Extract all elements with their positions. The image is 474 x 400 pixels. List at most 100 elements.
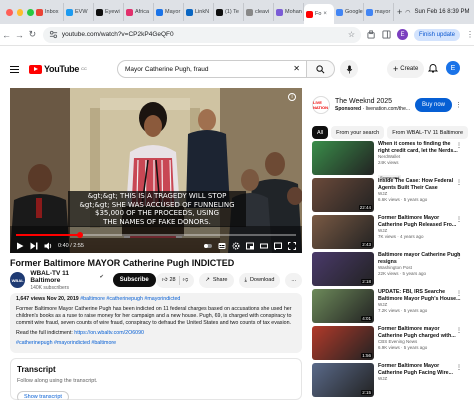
profile-avatar[interactable]: E xyxy=(396,29,408,40)
like-button[interactable]: 👍︎ 28 xyxy=(162,277,176,283)
description-hashtags-top[interactable]: #baltimore #catherinepugh #mayorindicted xyxy=(80,296,180,302)
search-button[interactable] xyxy=(307,60,335,78)
description-box[interactable]: 1,647 views Nov 20, 2019 #baltimore #cat… xyxy=(10,293,302,353)
browser-tab[interactable]: cleavi xyxy=(244,3,274,21)
video-thumbnail[interactable]: 2:43 xyxy=(312,215,374,249)
more-options-icon[interactable]: ⋮ xyxy=(456,142,462,149)
subscribe-button[interactable]: Subscribe xyxy=(112,273,156,287)
new-tab-button[interactable]: + xyxy=(394,7,405,17)
bookmark-star-icon[interactable]: ☆ xyxy=(348,30,355,39)
more-options-icon[interactable]: ⋮ xyxy=(456,327,462,334)
recommended-video-channel[interactable]: WJZ xyxy=(378,376,462,382)
recommended-video-title[interactable]: UPDATE: FBI, IRS Searche Baltimore Mayor… xyxy=(378,289,462,302)
indictment-link[interactable]: https://on.wbaltv.com/2O6090 xyxy=(74,330,144,336)
ad-more-options-icon[interactable]: ⋮ xyxy=(455,101,462,109)
youtube-logo[interactable]: YouTube CC xyxy=(29,64,87,74)
browser-tab[interactable]: Mohan xyxy=(274,3,304,21)
recommended-video[interactable]: 1:56 Former Baltimore mayor Catherine Pug… xyxy=(312,326,462,363)
finish-update-button[interactable]: Finish update xyxy=(413,28,461,41)
sidebar-icon[interactable] xyxy=(382,30,391,39)
account-avatar[interactable]: E xyxy=(446,61,460,75)
recommended-video-title[interactable]: When it comes to finding the right credi… xyxy=(378,141,462,154)
voice-search-button[interactable] xyxy=(340,60,358,78)
chip-from-channel[interactable]: From WBAL-TV 11 Baltimore xyxy=(387,126,469,139)
zoom-window-button[interactable] xyxy=(27,8,35,16)
chip-all[interactable]: All xyxy=(312,126,329,139)
video-player[interactable]: i &gt;&gt; THIS IS A TRAGEDY WILL STOP &… xyxy=(10,88,302,253)
recommended-video[interactable]: 4:01 UPDATE: FBI, IRS Searche Baltimore M… xyxy=(312,289,462,326)
recommended-video[interactable]: 22:44 Inside The Case: How Federal Agents… xyxy=(312,178,462,215)
cast-icon[interactable] xyxy=(274,242,282,250)
recommended-video-title[interactable]: Former Baltimore mayor Catherine Pugh ch… xyxy=(378,326,462,339)
chip-from-your-search[interactable]: From your search xyxy=(331,126,385,139)
more-actions-button[interactable]: ... xyxy=(285,272,302,288)
recommended-video[interactable]: 2:43 Former Baltimore Mayor Catherine Pug… xyxy=(312,215,462,252)
browser-tab[interactable]: Google xyxy=(334,3,364,21)
back-icon[interactable]: ← xyxy=(0,30,13,40)
recommended-video-title[interactable]: Baltimore mayor Catherine Pugh resigns xyxy=(378,252,462,265)
more-options-icon[interactable]: ⋮ xyxy=(456,253,462,260)
close-tab-icon[interactable]: × xyxy=(323,11,327,17)
browser-tab[interactable]: LinkN xyxy=(184,3,214,21)
site-info-icon[interactable] xyxy=(49,30,58,39)
sponsored-ad[interactable]: LIVE NATION The Weeknd 2025 Sponsored · … xyxy=(312,89,462,121)
extensions-icon[interactable] xyxy=(367,30,376,39)
download-button[interactable]: ⤓ Download xyxy=(238,272,281,288)
system-clock[interactable]: Sun Feb 16 8:39 PM xyxy=(415,9,470,15)
more-options-icon[interactable]: ⋮ xyxy=(456,179,462,186)
play-icon[interactable] xyxy=(16,242,24,250)
autoplay-toggle-icon[interactable] xyxy=(204,242,212,250)
url-bar[interactable]: youtube.com/watch?v=CP2kP4GeQF0 ☆ xyxy=(42,26,361,43)
theater-mode-icon[interactable] xyxy=(260,242,268,250)
settings-gear-icon[interactable] xyxy=(232,242,240,250)
video-thumbnail[interactable]: 22:44 xyxy=(312,178,374,212)
wifi-icon[interactable]: ◠ xyxy=(405,9,410,16)
notifications-bell-icon[interactable] xyxy=(428,63,438,73)
minimize-window-button[interactable] xyxy=(16,8,24,16)
clear-search-icon[interactable]: ✕ xyxy=(293,64,300,73)
video-thumbnail[interactable]: 2:15 xyxy=(312,363,374,397)
hamburger-menu-icon[interactable] xyxy=(10,64,19,75)
more-options-icon[interactable]: ⋮ xyxy=(456,290,462,297)
browser-menu-icon[interactable]: ⋮ xyxy=(466,30,474,39)
recommended-video[interactable]: When it comes to finding the right credi… xyxy=(312,141,462,180)
browser-tab[interactable]: Africa xyxy=(124,3,154,21)
buy-now-button[interactable]: Buy now xyxy=(414,98,452,112)
channel-name[interactable]: WBAL-TV 11 Baltimore xyxy=(30,270,97,284)
description-hashtags-bottom[interactable]: #catherinepugh #mayorindicted #baltimore xyxy=(16,340,296,347)
info-icon[interactable]: i xyxy=(288,93,296,101)
browser-tab[interactable]: Inbox xyxy=(34,3,64,21)
next-icon[interactable] xyxy=(30,242,38,250)
browser-tab[interactable]: EVW xyxy=(64,3,94,21)
video-thumbnail[interactable] xyxy=(312,141,374,175)
recommended-video-title[interactable]: Former Baltimore Mayor Catherine Pugh Re… xyxy=(378,215,462,228)
more-options-icon[interactable]: ⋮ xyxy=(456,364,462,371)
browser-tab[interactable]: (1) Te xyxy=(214,3,244,21)
video-thumbnail[interactable]: 1:56 xyxy=(312,326,374,360)
show-transcript-button[interactable]: Show transcript xyxy=(17,391,69,400)
recommended-video-title[interactable]: Inside The Case: How Federal Agents Buil… xyxy=(378,178,462,191)
volume-icon[interactable] xyxy=(44,242,52,250)
miniplayer-icon[interactable] xyxy=(246,242,254,250)
video-thumbnail[interactable]: 4:01 xyxy=(312,289,374,323)
browser-tab[interactable]: Mayor xyxy=(154,3,184,21)
recommended-video[interactable]: 2:15 Former Baltimore Mayor Catherine Pug… xyxy=(312,363,462,400)
more-options-icon[interactable]: ⋮ xyxy=(456,216,462,223)
browser-tab[interactable]: Eyewi xyxy=(94,3,124,21)
progress-bar[interactable] xyxy=(16,232,296,238)
close-window-button[interactable] xyxy=(6,8,13,16)
recommended-video[interactable]: 2:18 Baltimore mayor Catherine Pugh resig… xyxy=(312,252,462,289)
browser-tab[interactable]: Fo × xyxy=(304,4,334,24)
browser-tab[interactable]: mayor xyxy=(364,3,394,21)
video-thumbnail[interactable]: 2:18 xyxy=(312,252,374,286)
subtitles-icon[interactable] xyxy=(218,242,226,250)
share-button[interactable]: ↗ Share xyxy=(199,272,234,288)
fullscreen-icon[interactable] xyxy=(288,242,296,250)
recommended-video-title[interactable]: Former Baltimore Mayor Catherine Pugh Fa… xyxy=(378,363,462,376)
thumbs-down-icon[interactable]: 👎︎ xyxy=(183,277,189,283)
channel-avatar[interactable]: WBAL xyxy=(10,272,26,288)
reload-icon[interactable]: ↻ xyxy=(26,29,39,40)
search-input[interactable]: Mayor Catherine Pugh, fraud ✕ xyxy=(117,60,307,78)
create-button[interactable]: + Create xyxy=(387,60,425,78)
forward-icon[interactable]: → xyxy=(13,30,26,40)
